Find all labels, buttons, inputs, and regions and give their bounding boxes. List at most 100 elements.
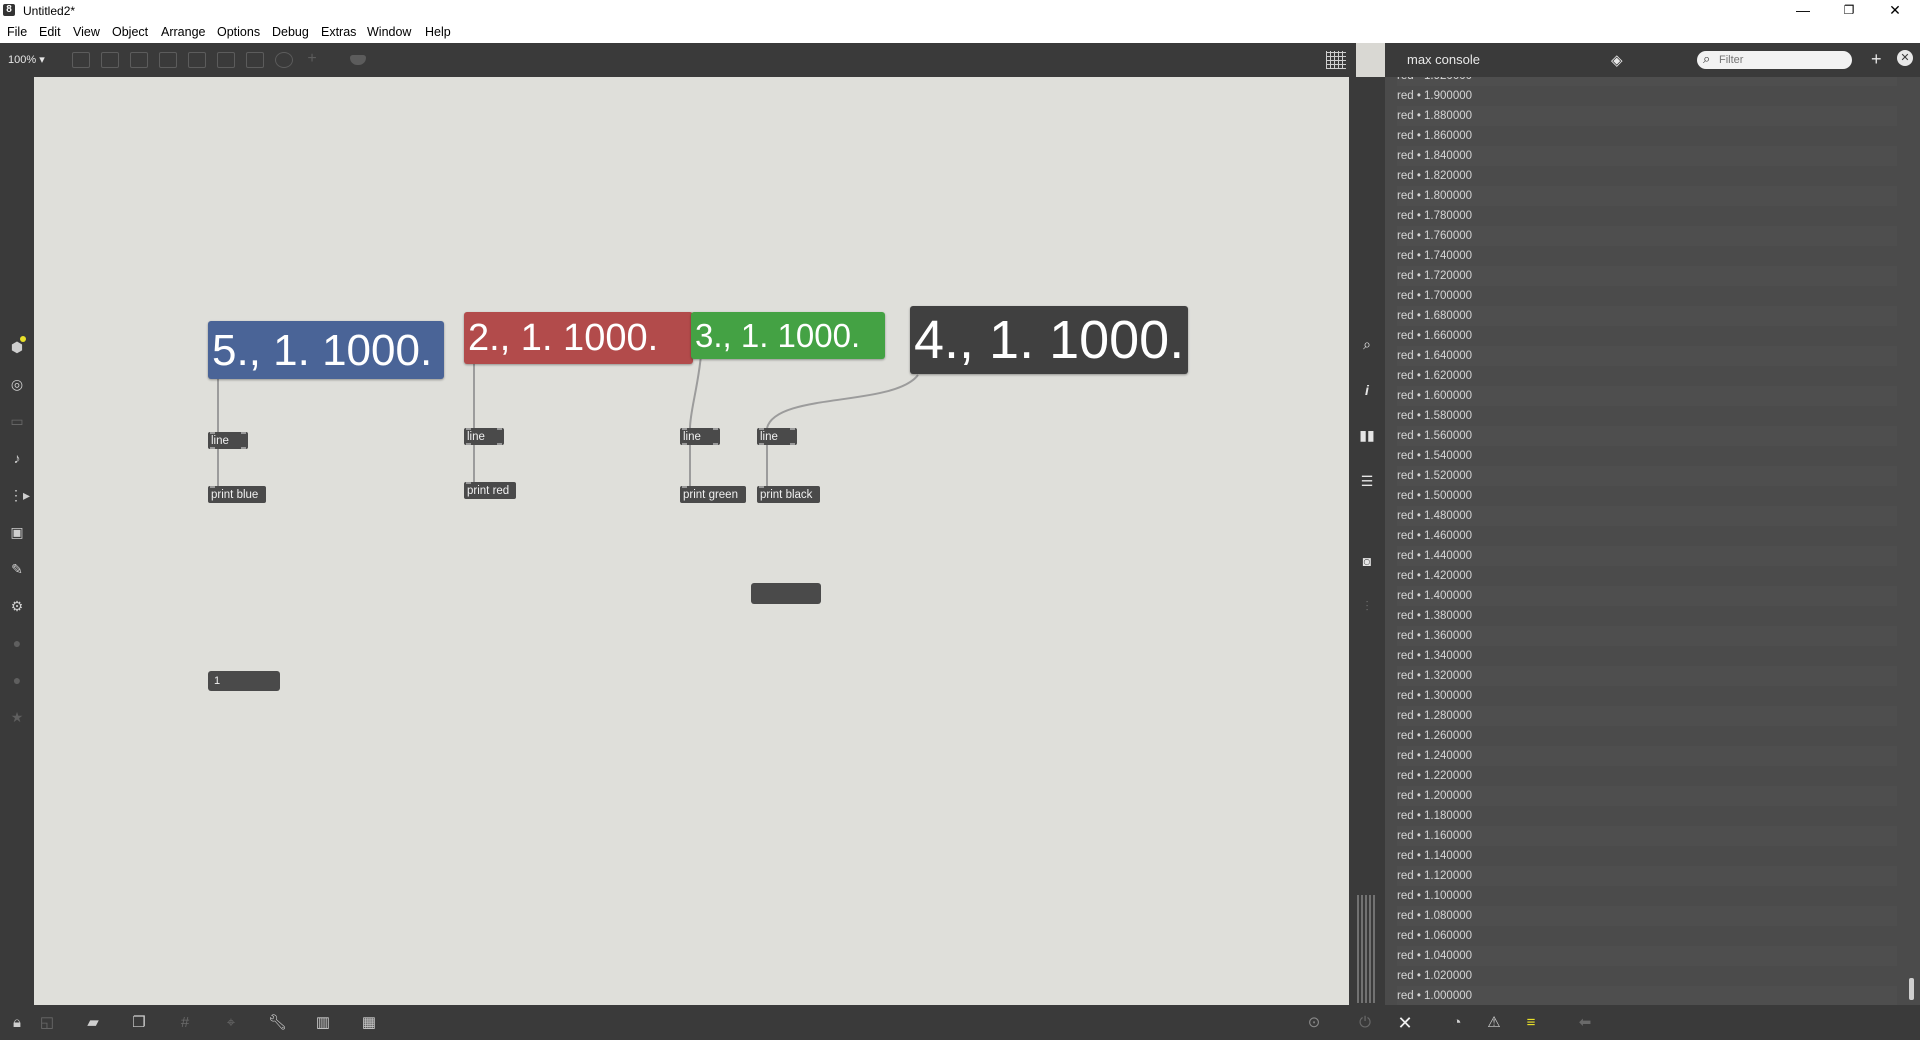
clock-icon[interactable]: ◔: [1448, 1014, 1466, 1032]
menu-file[interactable]: File: [7, 25, 27, 39]
menu-options[interactable]: Options: [217, 25, 260, 39]
console-entry[interactable]: red • 1.240000: [1397, 746, 1897, 766]
menu-debug[interactable]: Debug: [272, 25, 309, 39]
paperclip-icon[interactable]: ✎: [9, 561, 25, 577]
presentation-icon[interactable]: ◱: [38, 1014, 56, 1032]
console-entry[interactable]: red • 1.620000: [1397, 366, 1897, 386]
console-entry[interactable]: red • 1.380000: [1397, 606, 1897, 626]
add-icon[interactable]: +: [1871, 49, 1882, 70]
magnet-icon[interactable]: ⌖: [222, 1014, 240, 1032]
msg-blue[interactable]: 5., 1. 1000.: [208, 321, 444, 379]
console-list[interactable]: red • 1.920000 red • 1.900000 red • 1.88…: [1385, 77, 1905, 1005]
print-object-blue[interactable]: print blue: [208, 486, 266, 503]
console-entry[interactable]: red • 1.800000: [1397, 186, 1897, 206]
menu-extras[interactable]: Extras: [321, 25, 356, 39]
console-scrollbar[interactable]: [1909, 978, 1914, 1000]
keyboard-grid-icon[interactable]: ▦: [360, 1014, 378, 1032]
console-options-icon[interactable]: ◈: [1611, 51, 1623, 69]
target-icon[interactable]: ◎: [9, 376, 25, 392]
patcher-grid-icon[interactable]: [1326, 51, 1346, 69]
menu-view[interactable]: View: [73, 25, 100, 39]
console-entry[interactable]: red • 1.900000: [1397, 86, 1897, 106]
menu-edit[interactable]: Edit: [39, 25, 61, 39]
warning-icon[interactable]: ⚠: [1485, 1014, 1503, 1032]
console-entry[interactable]: red • 1.780000: [1397, 206, 1897, 226]
console-entry[interactable]: red • 1.000000: [1397, 986, 1897, 1005]
console-entry[interactable]: red • 1.300000: [1397, 686, 1897, 706]
paint-icon[interactable]: [350, 55, 366, 65]
list-icon[interactable]: ☰: [1359, 473, 1375, 489]
new-dial-icon[interactable]: [275, 52, 293, 68]
new-button-icon[interactable]: [188, 52, 206, 68]
image-icon[interactable]: ▣: [9, 524, 25, 540]
menu-object[interactable]: Object: [112, 25, 148, 39]
console-entry[interactable]: red • 1.020000: [1397, 966, 1897, 986]
console-entry[interactable]: red • 1.480000: [1397, 506, 1897, 526]
video-icon[interactable]: ⋮▸: [9, 487, 30, 503]
new-number-icon[interactable]: [217, 52, 235, 68]
console-entry[interactable]: red • 1.700000: [1397, 286, 1897, 306]
info-icon[interactable]: i: [1359, 382, 1375, 398]
reference-icon[interactable]: ▮▮: [1359, 427, 1375, 443]
console-entry[interactable]: red • 1.260000: [1397, 726, 1897, 746]
add-icon[interactable]: +: [304, 51, 320, 67]
close-console-icon[interactable]: ✕: [1897, 50, 1913, 66]
console-entry[interactable]: red • 1.220000: [1397, 766, 1897, 786]
lock-icon[interactable]: 🔒︎: [8, 1014, 26, 1032]
msg-black[interactable]: 4., 1. 1000.: [910, 306, 1188, 374]
console-entry[interactable]: red • 1.440000: [1397, 546, 1897, 566]
console-entry[interactable]: red • 1.760000: [1397, 226, 1897, 246]
comment-icon[interactable]: ▰: [84, 1014, 102, 1032]
music-note-icon[interactable]: ♪: [9, 450, 25, 466]
msg-red[interactable]: 2., 1. 1000.: [464, 312, 693, 364]
console-entry[interactable]: red • 1.160000: [1397, 826, 1897, 846]
console-entry[interactable]: red • 1.320000: [1397, 666, 1897, 686]
keyboard-icon[interactable]: ▭: [9, 413, 25, 429]
menu-help[interactable]: Help: [425, 25, 451, 39]
line-object-blue[interactable]: line: [208, 432, 248, 449]
console-entry[interactable]: red • 1.540000: [1397, 446, 1897, 466]
console-entry[interactable]: red • 1.880000: [1397, 106, 1897, 126]
console-entry[interactable]: red • 1.400000: [1397, 586, 1897, 606]
console-entry[interactable]: red • 1.640000: [1397, 346, 1897, 366]
console-entry[interactable]: red • 1.360000: [1397, 626, 1897, 646]
line-object-green[interactable]: line: [680, 428, 720, 445]
console-entry[interactable]: red • 1.060000: [1397, 926, 1897, 946]
new-toggle-icon[interactable]: [159, 52, 177, 68]
piano-icon[interactable]: ▥: [314, 1014, 332, 1032]
console-entry[interactable]: red • 1.920000: [1397, 77, 1897, 86]
empty-message-box[interactable]: [751, 583, 821, 604]
console-entry[interactable]: red • 1.460000: [1397, 526, 1897, 546]
packages-icon[interactable]: ⬢: [9, 336, 26, 355]
mixer-icon[interactable]: ⫶: [1359, 598, 1375, 614]
search-icon[interactable]: ⌕: [1359, 336, 1375, 352]
windows-icon[interactable]: ❐: [130, 1014, 148, 1032]
power-icon[interactable]: ⏻: [1356, 1014, 1374, 1032]
console-entry[interactable]: red • 1.660000: [1397, 326, 1897, 346]
new-object-icon[interactable]: [72, 52, 90, 68]
menu-arrange[interactable]: Arrange: [161, 25, 205, 39]
number-box[interactable]: 1: [208, 671, 280, 691]
console-entry[interactable]: red • 1.740000: [1397, 246, 1897, 266]
zoom-level-dropdown[interactable]: 100% ▾: [8, 53, 45, 66]
console-entry[interactable]: red • 1.340000: [1397, 646, 1897, 666]
clear-icon[interactable]: ✕: [1396, 1014, 1414, 1032]
print-object-red[interactable]: print red: [464, 482, 516, 499]
console-entry[interactable]: red • 1.840000: [1397, 146, 1897, 166]
console-entry[interactable]: red • 1.860000: [1397, 126, 1897, 146]
print-object-black[interactable]: print black: [757, 486, 820, 503]
new-comment-icon[interactable]: [130, 52, 148, 68]
console-entry[interactable]: red • 1.100000: [1397, 886, 1897, 906]
close-window-button[interactable]: ✕: [1872, 0, 1918, 22]
snapshot-icon[interactable]: ◙: [1359, 553, 1375, 569]
console-entry[interactable]: red • 1.140000: [1397, 846, 1897, 866]
console-entry[interactable]: red • 1.500000: [1397, 486, 1897, 506]
circle-icon[interactable]: ●: [9, 635, 25, 651]
console-entry[interactable]: red • 1.040000: [1397, 946, 1897, 966]
new-slider-icon[interactable]: [246, 52, 264, 68]
back-arrow-icon[interactable]: ⬅: [1576, 1014, 1594, 1032]
line-object-black[interactable]: line: [757, 428, 797, 445]
console-entry[interactable]: red • 1.420000: [1397, 566, 1897, 586]
console-entry[interactable]: red • 1.120000: [1397, 866, 1897, 886]
info-circle-icon[interactable]: ●: [9, 672, 25, 688]
